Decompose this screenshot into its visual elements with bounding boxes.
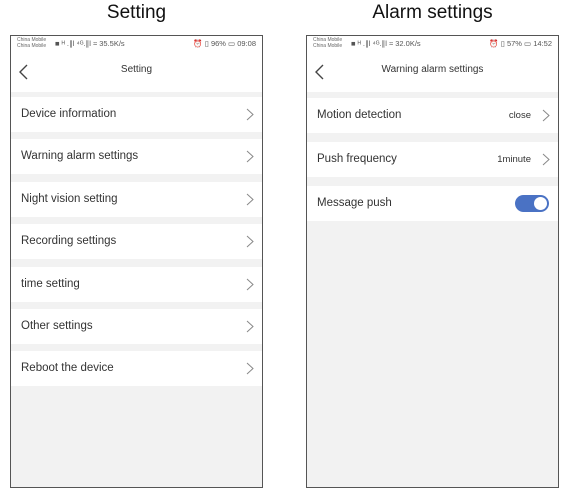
carrier-label: China Mobile China Mobile [313,37,342,49]
chevron-right-icon [246,150,254,163]
nav-bar: Warning alarm settings [307,52,558,92]
setting-screen: China Mobile China Mobile ■ ᴴ .∥l ⁴ᴳ.∥l … [10,35,263,488]
chevron-right-icon [246,320,254,333]
settings-item-label: Reboot the device [21,362,114,374]
settings-item-label: Device information [21,108,117,120]
settings-item-label: Recording settings [21,235,117,247]
carrier-2: China Mobile [17,43,47,49]
status-battery-time: ⏰ ▯ 57% ▭ 14:52 [489,39,552,48]
chevron-right-icon [542,109,550,122]
left-caption: Setting [106,2,167,23]
settings-item-other[interactable]: Other settings [11,309,262,344]
settings-item-label: Warning alarm settings [21,150,139,162]
push-frequency-value: 1minute [497,154,531,165]
carrier-label: China Mobile China Mobile [17,37,46,49]
settings-item-reboot[interactable]: Reboot the device [11,351,262,386]
alarm-settings-screen: China Mobile China Mobile ■ ᴴ .∥l ⁴ᴳ.∥l … [306,35,559,488]
settings-item-time[interactable]: time setting [11,267,262,302]
settings-item-recording[interactable]: Recording settings [11,224,262,259]
message-push-row: Message push [307,186,558,221]
right-caption: Alarm settings [372,2,493,23]
carrier-2: China Mobile [313,43,343,49]
status-network: ■ ᴴ .∥l ⁴ᴳ.∥l ≈ 32.0K/s [351,39,421,48]
chevron-right-icon [246,278,254,291]
settings-item-label: Night vision setting [21,193,118,205]
message-push-label: Message push [317,197,392,209]
nav-bar: Setting [11,52,262,92]
chevron-right-icon [246,193,254,206]
motion-detection-label: Motion detection [317,109,402,121]
chevron-right-icon [246,108,254,121]
page-title: Warning alarm settings [381,64,484,75]
settings-item-night-vision[interactable]: Night vision setting [11,182,262,217]
status-battery-time: ⏰ ▯ 96% ▭ 09:08 [193,39,256,48]
motion-detection-row[interactable]: Motion detection close [307,98,558,133]
toggle-knob [534,197,547,210]
page-title: Setting [120,64,153,75]
settings-item-device-information[interactable]: Device information [11,97,262,132]
motion-detection-value: close [508,110,531,121]
settings-item-label: Other settings [21,320,93,332]
chevron-right-icon [246,362,254,375]
settings-item-label: time setting [21,278,80,290]
status-bar: China Mobile China Mobile ■ ᴴ .∥l ⁴ᴳ.∥l … [11,36,262,52]
status-bar: China Mobile China Mobile ■ ᴴ .∥l ⁴ᴳ.∥l … [307,36,558,52]
chevron-right-icon [246,235,254,248]
message-push-toggle[interactable] [515,195,549,212]
settings-item-warning-alarm[interactable]: Warning alarm settings [11,139,262,174]
status-network: ■ ᴴ .∥l ⁴ᴳ.∥l ≈ 35.5K/s [55,39,125,48]
chevron-right-icon [542,153,550,166]
push-frequency-row[interactable]: Push frequency 1minute [307,142,558,177]
push-frequency-label: Push frequency [317,153,397,165]
